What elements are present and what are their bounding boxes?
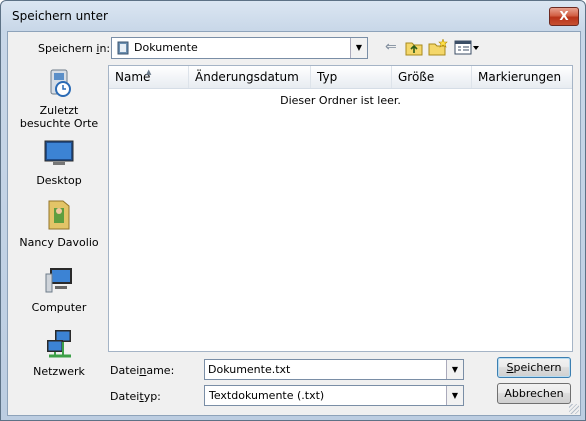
dialog-client-area: Speichern in: Dokumente ▼ ⇐ Zuletzt besu…: [7, 31, 581, 416]
documents-folder-icon: [117, 41, 129, 55]
place-computer[interactable]: Computer: [14, 264, 104, 314]
column-tags[interactable]: Markierungen: [472, 66, 572, 88]
empty-folder-message: Dieser Ordner ist leer.: [280, 94, 401, 107]
desktop-icon: [44, 140, 74, 165]
window-title: Speichern unter: [12, 9, 108, 23]
views-menu-icon[interactable]: [454, 39, 480, 56]
filename-combo[interactable]: ▼: [204, 359, 464, 380]
place-user[interactable]: Nancy Davolio: [14, 199, 104, 249]
filetype-label: Dateityp:: [110, 390, 161, 403]
save-dialog-window: Speichern unter X Speichern in: Dokument…: [0, 0, 586, 421]
column-name[interactable]: Name ▲: [109, 66, 189, 88]
file-list-header: Name ▲ Änderungsdatum Typ Größe Markieru…: [109, 66, 572, 89]
place-label: Zuletzt besuchte Orte: [19, 104, 99, 130]
lookin-value: Dokumente: [134, 41, 198, 54]
place-network[interactable]: Netzwerk: [14, 328, 104, 378]
resize-grip[interactable]: [569, 404, 579, 414]
chevron-down-icon[interactable]: ▼: [446, 386, 463, 405]
places-bar: Zuletzt besuchte Orte Desktop Nancy Davo…: [14, 64, 104, 378]
recent-places-icon: [50, 69, 71, 97]
network-icon: [47, 330, 71, 358]
place-label: Desktop: [36, 174, 82, 187]
cancel-button[interactable]: Abbrechen: [497, 383, 571, 404]
chevron-down-icon[interactable]: ▼: [446, 360, 463, 379]
file-list[interactable]: Name ▲ Änderungsdatum Typ Größe Markieru…: [108, 65, 573, 352]
column-size[interactable]: Größe: [392, 66, 472, 88]
column-modified[interactable]: Änderungsdatum: [189, 66, 311, 88]
computer-icon: [45, 268, 72, 293]
place-recent[interactable]: Zuletzt besuchte Orte: [14, 67, 104, 130]
save-button[interactable]: Speichern: [497, 357, 571, 378]
lookin-label: Speichern in:: [38, 42, 111, 55]
back-arrow-icon[interactable]: ⇐: [385, 39, 401, 56]
sort-ascending-icon: ▲: [146, 68, 152, 76]
lookin-combo[interactable]: Dokumente ▼: [111, 37, 368, 59]
place-desktop[interactable]: Desktop: [14, 137, 104, 187]
filetype-value: Textdokumente (.txt): [209, 389, 325, 402]
user-folder-icon: [48, 200, 70, 230]
filetype-select[interactable]: Textdokumente (.txt) ▼: [204, 385, 464, 406]
place-label: Nancy Davolio: [19, 236, 99, 249]
place-label: Netzwerk: [33, 365, 85, 378]
filename-field[interactable]: [208, 361, 438, 377]
new-folder-icon[interactable]: [428, 39, 448, 56]
title-bar[interactable]: Speichern unter X: [1, 1, 585, 31]
up-folder-icon[interactable]: [405, 39, 423, 56]
close-button[interactable]: X: [549, 7, 579, 26]
column-type[interactable]: Typ: [311, 66, 392, 88]
filename-label: Dateiname:: [110, 364, 175, 377]
place-label: Computer: [31, 301, 87, 314]
chevron-down-icon[interactable]: ▼: [350, 38, 367, 58]
